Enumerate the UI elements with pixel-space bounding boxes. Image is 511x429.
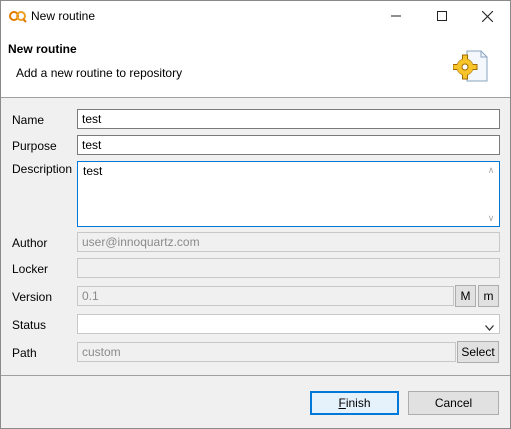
locker-input: [77, 258, 500, 278]
name-label: Name: [12, 113, 45, 127]
description-textarea[interactable]: test ∧ ∨: [77, 161, 500, 227]
chevron-down-icon: [485, 320, 494, 334]
maximize-icon: [437, 11, 447, 21]
window-title: New routine: [31, 9, 96, 23]
major-version-button[interactable]: M: [455, 285, 476, 307]
minimize-icon: [391, 11, 401, 21]
path-label: Path: [12, 346, 37, 360]
finish-label: inish: [345, 396, 371, 410]
description-text: test: [83, 164, 103, 178]
wizard-header: New routine Add a new routine to reposit…: [1, 31, 510, 98]
header-description: Add a new routine to repository: [16, 66, 183, 80]
scroll-up-icon[interactable]: ∧: [485, 165, 497, 175]
version-label: Version: [12, 290, 53, 304]
maximize-button[interactable]: [419, 1, 465, 31]
app-icon: [9, 9, 27, 23]
finish-mnemonic: F: [338, 396, 346, 410]
name-input[interactable]: test: [77, 109, 500, 129]
select-path-button[interactable]: Select: [457, 341, 499, 363]
minimize-button[interactable]: [373, 1, 419, 31]
version-input: 0.1: [77, 286, 454, 306]
finish-button[interactable]: Finish: [310, 391, 399, 415]
status-select[interactable]: [77, 314, 500, 334]
purpose-input[interactable]: test: [77, 135, 500, 155]
author-input: user@innoquartz.com: [77, 232, 500, 252]
scroll-down-icon[interactable]: ∨: [485, 213, 497, 223]
path-input: custom: [77, 342, 456, 362]
title-bar[interactable]: New routine: [1, 1, 510, 31]
close-icon: [481, 10, 493, 22]
locker-label: Locker: [12, 262, 49, 276]
footer-divider: [1, 375, 510, 376]
purpose-label: Purpose: [12, 139, 57, 153]
description-label: Description: [12, 162, 73, 176]
minor-version-button[interactable]: m: [478, 285, 499, 307]
status-label: Status: [12, 318, 47, 332]
dialog-window: New routine New routine Add a new routin…: [0, 0, 511, 429]
close-button[interactable]: [464, 1, 510, 31]
cancel-button[interactable]: Cancel: [408, 391, 499, 415]
author-label: Author: [12, 236, 48, 250]
header-title: New routine: [8, 42, 77, 56]
routine-gear-icon: [452, 49, 491, 85]
